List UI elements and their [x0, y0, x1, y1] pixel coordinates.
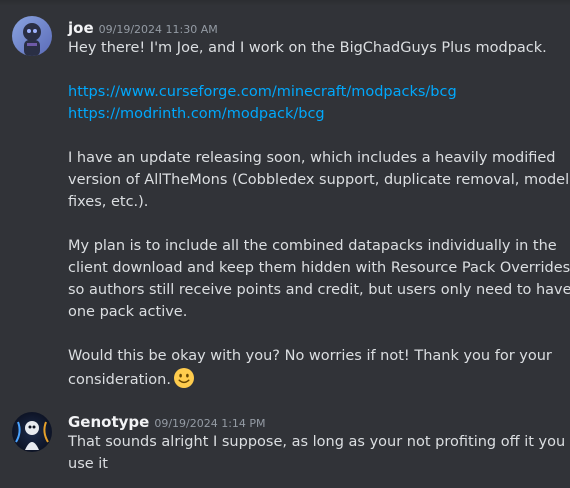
message-line: I have an update releasing soon, which i… — [68, 150, 556, 166]
message-line: My plan is to include all the combined d… — [68, 238, 557, 254]
message-line: client download and keep them hidden wit… — [68, 260, 570, 276]
avatar[interactable] — [12, 412, 52, 452]
message-line: one pack active. — [68, 304, 188, 320]
username[interactable]: Genotype — [68, 413, 149, 431]
message-line: Would this be okay with you? No worries … — [68, 348, 552, 364]
scroll-top-shadow — [0, 0, 570, 6]
joe-avatar-icon — [12, 16, 52, 56]
message-line: Hey there! I'm Joe, and I work on the Bi… — [68, 40, 547, 56]
slightly-smiling-face-emoji-icon[interactable] — [173, 367, 195, 389]
curseforge-link[interactable]: https://www.curseforge.com/minecraft/mod… — [68, 84, 457, 100]
message-line: use it — [68, 456, 108, 472]
message-content: That sounds alright I suppose, as long a… — [68, 431, 570, 475]
message-line: so authors still receive points and cred… — [68, 282, 570, 298]
message-line: That sounds alright I suppose, as long a… — [68, 434, 570, 450]
username[interactable]: joe — [68, 19, 94, 37]
message-content: Hey there! I'm Joe, and I work on the Bi… — [68, 37, 570, 389]
timestamp[interactable]: 09/19/2024 11:30 AM — [99, 23, 218, 36]
avatar[interactable] — [12, 16, 52, 56]
message-line: fixes, etc.). — [68, 194, 149, 210]
message-line: version of AllTheMons (Cobbledex support… — [68, 172, 570, 188]
genotype-avatar-icon — [12, 412, 52, 452]
message-line: consideration. — [68, 372, 171, 388]
message-header: Genotype 09/19/2024 1:14 PM — [68, 412, 266, 432]
modrinth-link[interactable]: https://modrinth.com/modpack/bcg — [68, 106, 325, 122]
timestamp[interactable]: 09/19/2024 1:14 PM — [154, 417, 265, 430]
message-header: joe 09/19/2024 11:30 AM — [68, 18, 218, 38]
